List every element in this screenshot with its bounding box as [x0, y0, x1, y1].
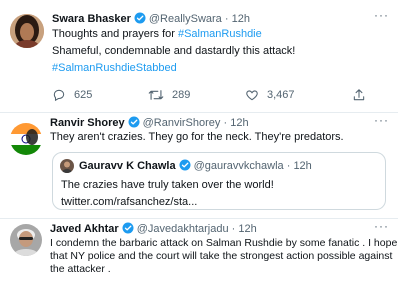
avatar-swara[interactable] [10, 14, 44, 48]
separator-dot: · [231, 223, 236, 235]
avatar-swara-image [10, 14, 44, 48]
tweet-actions: 625 289 3,467 [52, 87, 398, 103]
like-button[interactable]: 3,467 [245, 87, 295, 103]
hashtag-link[interactable]: #SalmanRushdieStabbed [52, 62, 177, 74]
avatar-ranvir-image [10, 123, 42, 155]
tweet-line: Shameful, condemnable and dastardly this… [52, 45, 296, 57]
tweet-timestamp[interactable]: 12h [232, 13, 250, 25]
separator-dot: · [286, 160, 291, 172]
retweet-button[interactable]: 289 [148, 87, 190, 103]
author-handle[interactable]: @Javedakhtarjadu [137, 223, 229, 235]
avatar-gauravv[interactable] [60, 159, 74, 173]
retweet-count: 289 [172, 89, 191, 101]
tweet-body: Thoughts and prayers for #SalmanRushdie … [52, 27, 392, 75]
more-icon[interactable]: ··· [374, 113, 389, 127]
author-name[interactable]: Javed Akhtar [50, 223, 119, 235]
quoted-timestamp[interactable]: 12h [293, 160, 311, 172]
tweet-line: that NY police and the court will take t… [50, 250, 393, 262]
tweet-body: They aren't crazies. They go for the nec… [50, 131, 344, 143]
reply-icon [53, 89, 65, 102]
author-handle[interactable]: @ReallySwara [149, 13, 222, 25]
like-icon [246, 90, 258, 101]
tweet-timestamp[interactable]: 12h [230, 117, 248, 129]
author-name[interactable]: Swara Bhasker [52, 13, 131, 25]
tweet-javed[interactable]: Javed Akhtar @Javedakhtarjadu · 12h ··· I… [0, 219, 398, 281]
avatar-ranvir[interactable] [10, 123, 42, 155]
tweet-line: I condemn the barbaric attack on Salman … [50, 237, 398, 249]
quoted-link[interactable]: twitter.com/rafsanchez/sta... [61, 195, 381, 209]
verified-badge-icon [122, 222, 134, 238]
avatar-javed[interactable] [10, 224, 42, 256]
tweet-line: #SalmanRushdieStabbed [52, 61, 392, 75]
retweet-icon [148, 90, 164, 100]
hashtag-link[interactable]: #SalmanRushdie [178, 28, 262, 40]
tweet-timestamp[interactable]: 12h [238, 223, 256, 235]
author-handle[interactable]: @RanvirShorey [143, 117, 221, 129]
more-icon[interactable]: ··· [374, 8, 389, 22]
avatar-gauravv-image [60, 159, 74, 173]
avatar-javed-image [10, 224, 42, 256]
tweet-line: the attacker . [50, 263, 111, 275]
quoted-tweet[interactable]: Gauravv K Chawla @gauravvkchawla · 12h Th… [52, 152, 386, 210]
separator-dot: · [223, 117, 228, 129]
verified-badge-icon [179, 159, 191, 175]
author-name[interactable]: Ranvir Shorey [50, 117, 125, 129]
share-button[interactable] [352, 87, 366, 103]
reply-button[interactable]: 625 [52, 87, 92, 103]
share-icon [353, 89, 365, 101]
quoted-tweet-body: The crazies have truly taken over the wo… [61, 178, 381, 209]
separator-dot: · [224, 13, 229, 25]
more-icon[interactable]: ··· [374, 219, 389, 233]
tweet-body: I condemn the barbaric attack on Salman … [50, 237, 398, 276]
tweet-swara[interactable]: Swara Bhasker @ReallySwara · 12h ··· Thou… [0, 0, 398, 112]
like-count: 3,467 [267, 89, 295, 101]
verified-badge-icon [134, 12, 146, 28]
tweet-line: Thoughts and prayers for #SalmanRushdie [52, 28, 262, 40]
quoted-author-handle[interactable]: @gauravvkchawla [194, 160, 284, 172]
quoted-author-name[interactable]: Gauravv K Chawla [79, 160, 176, 172]
reply-count: 625 [74, 89, 93, 101]
quoted-line: The crazies have truly taken over the wo… [61, 179, 274, 191]
